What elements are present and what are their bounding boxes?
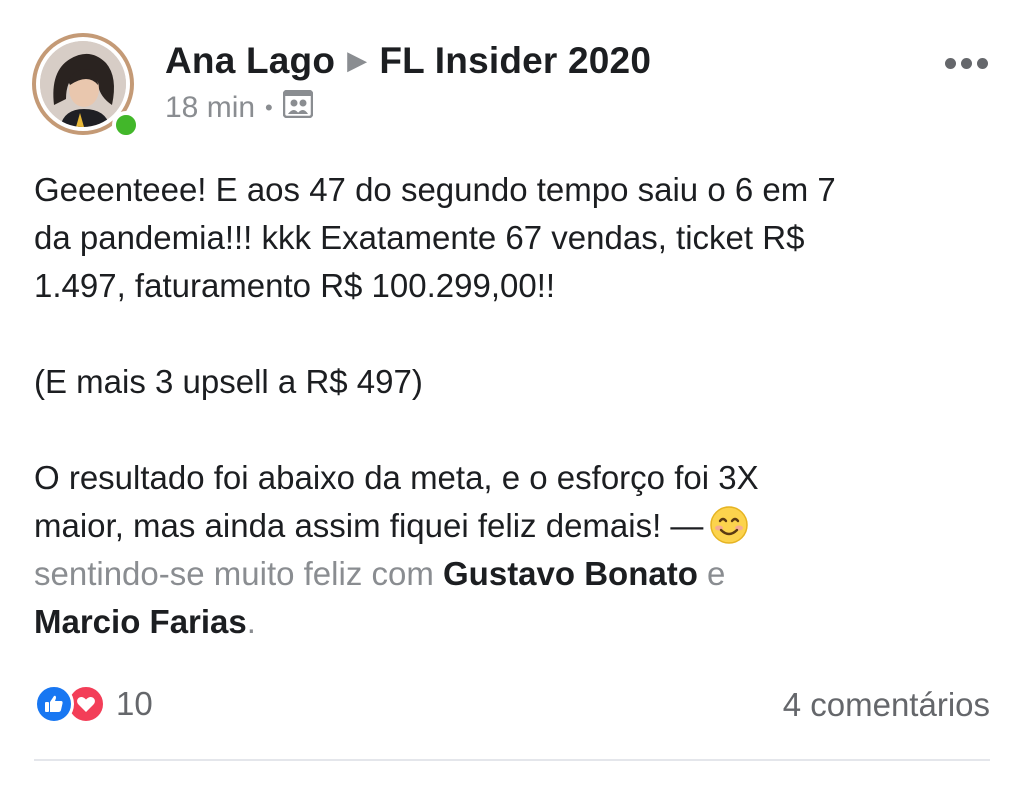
- post-body: Geeenteee! E aos 47 do segundo tempo sai…: [34, 166, 994, 646]
- reaction-count: 10: [116, 685, 153, 722]
- post-line: da pandemia!!! kkk Exatamente 67 vendas,…: [34, 219, 805, 256]
- post-timestamp[interactable]: 18 min: [165, 91, 255, 125]
- post-line: 1.497, faturamento R$ 100.299,00!!: [34, 267, 556, 304]
- avatar[interactable]: [32, 33, 144, 141]
- tagged-user-2[interactable]: Marcio Farias: [34, 603, 247, 640]
- audience-group-icon: [282, 89, 313, 126]
- feeling-line: sentindo-se muito feliz com Gustavo Bona…: [34, 550, 994, 598]
- feeling-text: sentindo-se muito feliz com: [34, 555, 434, 592]
- comments-count-link[interactable]: 4 comentários: [783, 686, 990, 724]
- feeling-line-2: Marcio Farias.: [34, 598, 994, 646]
- like-reaction-icon: [34, 684, 74, 724]
- reactions-summary[interactable]: 10: [34, 684, 153, 724]
- post-line-with-emoji: maior, mas ainda assim fiquei feliz dema…: [34, 502, 994, 550]
- avatar-photo: [40, 41, 126, 127]
- online-status-dot: [112, 111, 140, 139]
- post-line: O resultado foi abaixo da meta, e o esfo…: [34, 459, 759, 496]
- more-options-icon[interactable]: [945, 56, 995, 76]
- post-line: Geeenteee! E aos 47 do segundo tempo sai…: [34, 171, 836, 208]
- post-header: Ana Lago ▶ FL Insider 2020: [165, 40, 651, 82]
- post-meta: 18 min •: [165, 89, 313, 126]
- arrow-right-icon: ▶: [347, 45, 368, 75]
- post-line-text: maior, mas ainda assim fiquei feliz dema…: [34, 507, 704, 544]
- group-name[interactable]: FL Insider 2020: [379, 40, 651, 81]
- tagged-user-1[interactable]: Gustavo Bonato: [443, 555, 698, 592]
- post-line: (E mais 3 upsell a R$ 497): [34, 363, 423, 400]
- meta-separator: •: [265, 95, 273, 120]
- smile-emoji-icon: [709, 505, 749, 545]
- conjunction-text: e: [707, 555, 726, 592]
- period-text: .: [246, 603, 256, 640]
- author-name[interactable]: Ana Lago: [165, 40, 335, 81]
- divider: [34, 759, 990, 761]
